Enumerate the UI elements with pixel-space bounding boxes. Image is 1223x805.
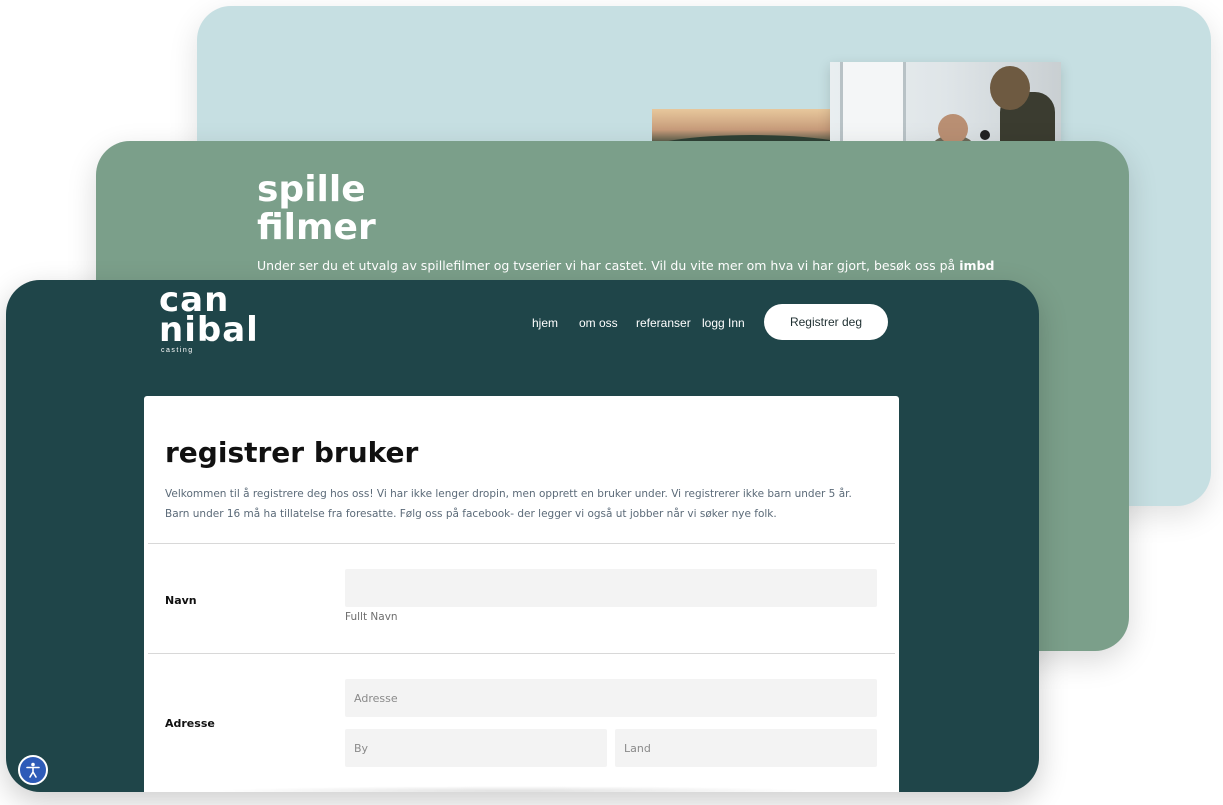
divider <box>148 543 895 544</box>
nav-om-oss[interactable]: om oss <box>579 316 618 330</box>
register-form: registrer bruker Velkommen til å registr… <box>144 396 899 792</box>
divider <box>148 653 895 654</box>
films-description-text: Under ser du et utvalg av spillefilmer o… <box>257 258 960 273</box>
city-input[interactable]: By <box>345 729 607 767</box>
form-intro: Velkommen til å registrere deg hos oss! … <box>165 488 852 520</box>
accessibility-icon[interactable] <box>18 755 48 785</box>
cannibal-logo[interactable]: can nibal casting <box>159 283 259 354</box>
logo-line2: nibal <box>159 310 259 350</box>
films-title-line2: filmer <box>257 207 376 248</box>
nav-referanser[interactable]: referanser <box>636 316 691 330</box>
films-title: spille filmer <box>257 171 457 247</box>
country-input[interactable]: Land <box>615 729 877 767</box>
address-input[interactable]: Adresse <box>345 679 877 717</box>
films-title-line1: spille <box>257 169 366 210</box>
register-page: can nibal casting hjem om oss referanser… <box>6 280 1039 792</box>
films-description: Under ser du et utvalg av spillefilmer o… <box>257 258 994 273</box>
bottom-shadow <box>214 786 814 792</box>
name-help-text: Fullt Navn <box>345 611 398 623</box>
name-input[interactable] <box>345 569 877 607</box>
form-title: registrer bruker <box>165 436 419 469</box>
nav-hjem[interactable]: hjem <box>532 316 558 330</box>
nav-logg-inn[interactable]: logg Inn <box>702 316 745 330</box>
imbd-link[interactable]: imbd <box>959 258 994 273</box>
register-button[interactable]: Registrer deg <box>764 304 888 340</box>
address-label: Adresse <box>165 717 215 730</box>
name-label: Navn <box>165 594 197 607</box>
